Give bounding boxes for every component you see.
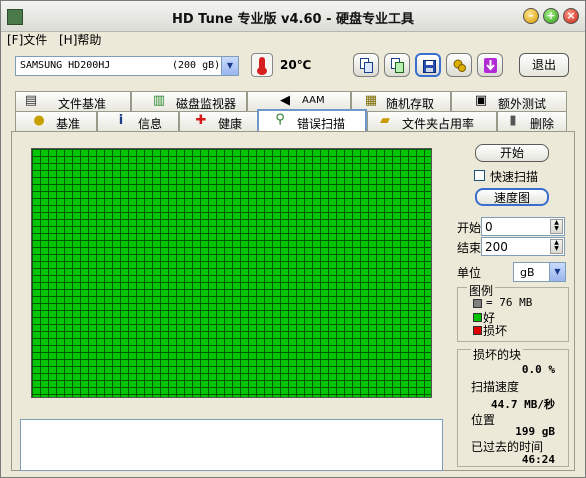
end-label: 结束 bbox=[457, 241, 482, 255]
legend-block-size: = 76 MB bbox=[486, 296, 533, 309]
tab-disk-monitor[interactable]: ▥ 磁盘监视器 bbox=[131, 91, 247, 111]
tab-folder-usage[interactable]: ▰ 文件夹占用率 bbox=[367, 111, 497, 131]
unit-select[interactable]: gB ▼ bbox=[513, 262, 566, 282]
main-window: HD Tune 专业版 v4.60 - 硬盘专业工具 – + × [F]文件 [… bbox=[0, 0, 586, 478]
scan-speed-label: 扫描速度 bbox=[471, 380, 520, 394]
disk-monitor-icon: ▥ bbox=[152, 93, 166, 108]
menu-file[interactable]: [F]文件 bbox=[7, 31, 47, 48]
menu-bar: [F]文件 [H]帮助 bbox=[1, 31, 585, 49]
scan-block-grid bbox=[31, 148, 432, 398]
tab-aam[interactable]: ◀ AAM bbox=[247, 91, 351, 111]
legend-bad-swatch bbox=[473, 326, 482, 335]
log-box bbox=[20, 419, 443, 471]
unit-label: 单位 bbox=[457, 266, 482, 280]
drive-name: SAMSUNG HD200HJ bbox=[20, 60, 111, 71]
tab-info[interactable]: i 信息 bbox=[97, 111, 179, 131]
drive-size: (200 gB) bbox=[172, 60, 221, 71]
exit-button[interactable]: 退出 bbox=[519, 53, 569, 77]
options-icon bbox=[453, 59, 466, 72]
health-icon: ✚ bbox=[195, 113, 207, 128]
quick-scan-label: 快速扫描 bbox=[490, 170, 539, 184]
folder-icon: ▰ bbox=[380, 113, 390, 128]
tab-benchmark[interactable]: ● 基准 bbox=[15, 111, 97, 131]
file-benchmark-icon: ▤ bbox=[24, 93, 38, 108]
close-button[interactable]: × bbox=[563, 8, 579, 24]
temperature-value: 20℃ bbox=[280, 58, 312, 72]
spinner-arrows-icon[interactable]: ▲ ▼ bbox=[550, 219, 563, 234]
random-access-icon: ▦ bbox=[364, 93, 378, 108]
legend-bad-label: 损坏 bbox=[483, 324, 508, 338]
position-value: 199 gB bbox=[515, 425, 555, 438]
speed-map-button[interactable]: 速度图 bbox=[475, 188, 549, 206]
legend-good-swatch bbox=[473, 313, 482, 322]
quick-scan-checkbox[interactable] bbox=[474, 170, 485, 181]
info-icon: i bbox=[118, 113, 124, 128]
save-button[interactable] bbox=[415, 53, 441, 77]
tab-extra-tests[interactable]: ▣ 额外测试 bbox=[451, 91, 567, 111]
extra-tests-icon: ▣ bbox=[474, 93, 488, 108]
thermometer-icon bbox=[251, 53, 273, 77]
start-label: 开始 bbox=[457, 221, 482, 235]
download-button[interactable] bbox=[477, 53, 503, 77]
minimize-button[interactable]: – bbox=[523, 8, 539, 24]
chevron-down-icon[interactable]: ▼ bbox=[221, 57, 238, 75]
chevron-down-icon[interactable]: ▼ bbox=[549, 263, 565, 281]
scan-speed-value: 44.7 MB/秒 bbox=[491, 398, 555, 411]
legend-block-swatch bbox=[473, 299, 482, 308]
copy-all-button[interactable] bbox=[384, 53, 410, 77]
damaged-blocks-label: 损坏的块 bbox=[471, 346, 524, 363]
title-bar[interactable]: HD Tune 专业版 v4.60 - 硬盘专业工具 – + × bbox=[1, 1, 585, 32]
elapsed-time-value: 46:24 bbox=[521, 453, 555, 466]
copy-info-icon bbox=[360, 58, 373, 73]
damaged-blocks-value: 0.0 % bbox=[521, 363, 555, 376]
tab-health[interactable]: ✚ 健康 bbox=[179, 111, 259, 131]
download-icon bbox=[484, 58, 497, 73]
start-button[interactable]: 开始 bbox=[475, 144, 549, 162]
options-button[interactable] bbox=[446, 53, 472, 77]
menu-help[interactable]: [H]帮助 bbox=[59, 31, 101, 48]
magnifier-icon: ⚲ bbox=[275, 112, 285, 127]
copy-all-icon bbox=[391, 58, 404, 73]
start-spinner[interactable]: 0 ▲ ▼ bbox=[481, 217, 565, 236]
copy-info-button[interactable] bbox=[353, 53, 379, 77]
tab-error-scan[interactable]: ⚲ 错误扫描 bbox=[257, 109, 367, 131]
tab-random-access[interactable]: ▦ 随机存取 bbox=[351, 91, 451, 111]
save-icon bbox=[423, 60, 436, 73]
tab-erase[interactable]: ▮ 删除 bbox=[497, 111, 567, 131]
drive-select[interactable]: SAMSUNG HD200HJ (200 gB) ▼ bbox=[15, 56, 239, 76]
spinner-arrows-icon[interactable]: ▲ ▼ bbox=[550, 239, 563, 254]
trash-icon: ▮ bbox=[509, 113, 517, 128]
end-spinner[interactable]: 200 ▲ ▼ bbox=[481, 237, 565, 256]
tab-file-benchmark[interactable]: ▤ 文件基准 bbox=[15, 91, 131, 111]
window-title: HD Tune 专业版 v4.60 - 硬盘专业工具 bbox=[171, 12, 414, 27]
speaker-icon: ◀ bbox=[280, 93, 290, 108]
maximize-button[interactable]: + bbox=[543, 8, 559, 24]
benchmark-icon: ● bbox=[33, 113, 45, 128]
